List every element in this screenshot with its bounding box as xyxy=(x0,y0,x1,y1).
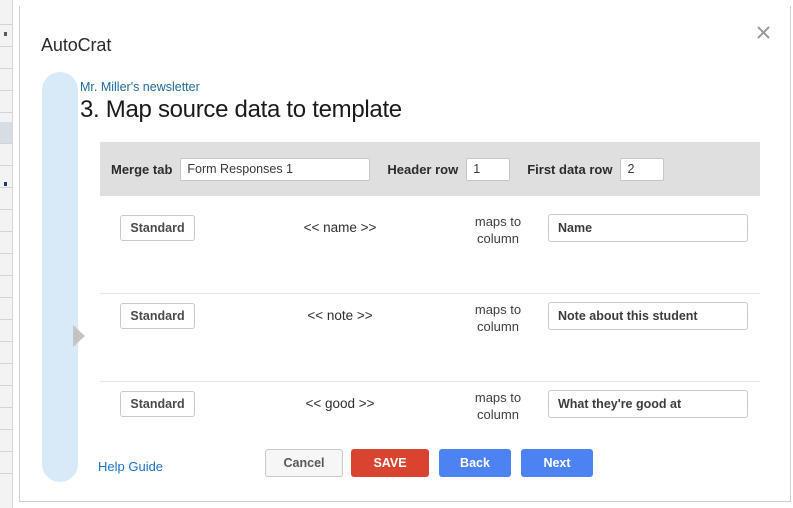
mapping-row: Standard << note >> maps to column xyxy=(100,294,760,382)
merge-type-button[interactable]: Standard xyxy=(120,391,195,417)
maps-to-line-1: maps to xyxy=(474,214,522,229)
spreadsheet-cell-mark xyxy=(4,32,7,36)
spreadsheet-rowline xyxy=(0,209,12,210)
maps-to-column-label: maps to column xyxy=(455,213,541,247)
mapping-row-list: Standard << name >> maps to column Stand… xyxy=(100,206,760,469)
header-row-input[interactable] xyxy=(466,157,511,181)
step-rail xyxy=(42,72,85,482)
merge-tab-label: Merge tab xyxy=(111,161,173,177)
merge-tag-label: << name >> xyxy=(303,220,377,235)
spreadsheet-rowline xyxy=(0,341,12,342)
maps-to-line-2: column xyxy=(477,231,519,246)
spreadsheet-rowline xyxy=(0,385,12,386)
merge-tag-label: << good >> xyxy=(305,396,375,411)
header-row-label: Header row xyxy=(387,161,459,177)
breadcrumb[interactable]: Mr. Miller's newsletter xyxy=(80,80,200,94)
dialog-footer: Help Guide Cancel SAVE Back Next xyxy=(80,446,780,486)
mapping-row: Standard << name >> maps to column xyxy=(100,206,760,294)
app-title: AutoCrat xyxy=(41,35,112,55)
maps-to-line-1: maps to xyxy=(474,302,522,317)
maps-to-line-1: maps to xyxy=(474,390,522,405)
next-button[interactable]: Next xyxy=(521,449,593,477)
spreadsheet-rowline xyxy=(0,143,12,144)
first-data-row-label: First data row xyxy=(527,161,613,177)
spreadsheet-rowline xyxy=(0,429,12,430)
spreadsheet-rowline xyxy=(0,407,12,408)
save-button[interactable]: SAVE xyxy=(351,449,429,477)
triangle-right-icon[interactable] xyxy=(73,325,85,347)
spreadsheet-rowline xyxy=(0,68,12,69)
spreadsheet-row-header-strip xyxy=(0,0,13,508)
spreadsheet-cell-mark xyxy=(4,182,7,186)
spreadsheet-selected-row xyxy=(0,122,12,143)
merge-type-button[interactable]: Standard xyxy=(120,215,195,241)
close-icon[interactable] xyxy=(750,19,776,45)
spreadsheet-rowline xyxy=(0,231,12,232)
help-guide-link[interactable]: Help Guide xyxy=(98,459,163,474)
spreadsheet-rowline xyxy=(0,165,12,166)
spreadsheet-rowline xyxy=(0,275,12,276)
spreadsheet-rowline xyxy=(0,297,12,298)
maps-to-line-2: column xyxy=(477,407,519,422)
spreadsheet-rowline xyxy=(0,319,12,320)
spreadsheet-rowline xyxy=(0,46,12,47)
spreadsheet-rowline xyxy=(0,187,12,188)
merge-tag-label: << note >> xyxy=(307,308,373,323)
maps-to-column-label: maps to column xyxy=(455,389,541,423)
mapped-column-input[interactable] xyxy=(548,302,748,330)
spreadsheet-rowline xyxy=(0,24,12,25)
maps-to-line-2: column xyxy=(477,319,519,334)
merge-type-button[interactable]: Standard xyxy=(120,303,195,329)
first-data-row-input[interactable] xyxy=(620,157,665,181)
mapped-column-input[interactable] xyxy=(548,214,748,242)
back-button[interactable]: Back xyxy=(439,449,511,477)
spreadsheet-rowline xyxy=(0,451,12,452)
spreadsheet-rowline xyxy=(0,363,12,364)
spreadsheet-rowline xyxy=(0,473,12,474)
merge-tab-input[interactable] xyxy=(180,157,371,181)
spreadsheet-rowline xyxy=(0,112,12,113)
spreadsheet-rowline xyxy=(0,90,12,91)
page-title: 3. Map source data to template xyxy=(80,96,402,123)
autocrat-dialog: AutoCrat Mr. Miller's newsletter 3. Map … xyxy=(19,6,791,502)
spreadsheet-rowline xyxy=(0,253,12,254)
cancel-button[interactable]: Cancel xyxy=(265,449,343,477)
maps-to-column-label: maps to column xyxy=(455,301,541,335)
mapped-column-input[interactable] xyxy=(548,390,748,418)
merge-settings-bar: Merge tab Header row First data row xyxy=(100,142,760,196)
